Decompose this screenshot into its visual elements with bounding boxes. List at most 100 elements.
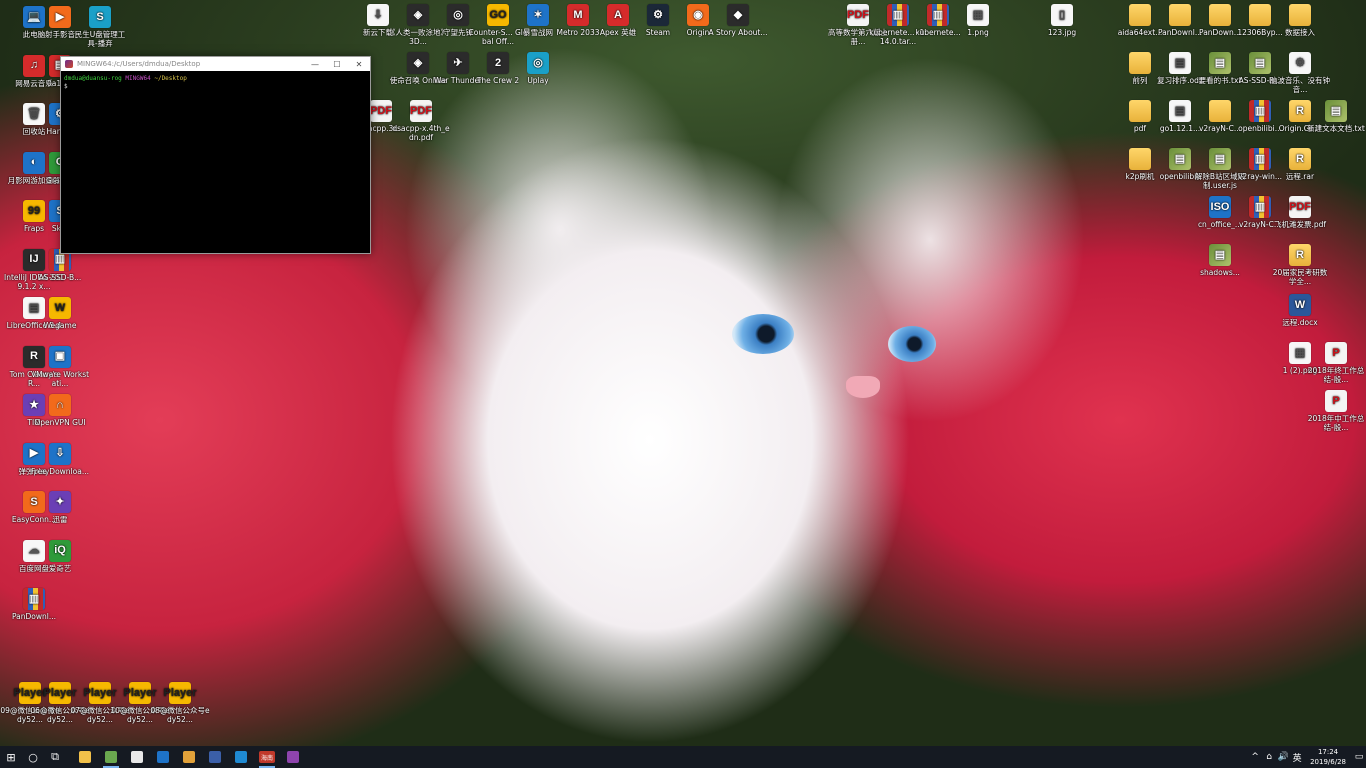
network-icon[interactable]: ⌂ [1262, 752, 1276, 762]
desktop-icon-label: Uplay [527, 76, 549, 85]
terminal-path: ~/Desktop [154, 75, 187, 82]
desktop-icon-image-icon: M [567, 4, 589, 26]
desktop-icon[interactable]: R 20届家民考研数学全... [1270, 244, 1330, 286]
clock-time: 17:24 [1317, 748, 1339, 756]
desktop-icon-image-icon [1129, 4, 1151, 26]
desktop-icon-label: 爱奇艺 [48, 563, 72, 573]
desktop-icon-label: 1.png [967, 28, 989, 37]
taskbar-app-app-2[interactable] [98, 746, 124, 768]
desktop-icon[interactable]: ◎ Uplay [508, 52, 568, 85]
taskbar-app-icon [287, 751, 299, 763]
taskbar-app-icon [105, 751, 117, 763]
desktop-icon-image-icon: iQ [49, 539, 71, 562]
system-tray: ^ ⌂ 🔊 英 17:24 2019/6/28 ▭ [1248, 746, 1366, 768]
desktop-icon[interactable]: P 2018年中工作总结-殷... [1306, 390, 1366, 432]
desktop-icon-image-icon: Player [83, 682, 117, 704]
minimize-button[interactable]: — [304, 60, 326, 69]
desktop-icon-image-icon: ▥ [927, 4, 949, 26]
desktop-icon[interactable]: ◆ A Story About... [708, 4, 768, 37]
taskbar-app-icon [235, 751, 247, 763]
desktop-icon-label: 数据接入 [1285, 28, 1315, 37]
close-button[interactable]: ✕ [348, 60, 370, 69]
desktop-icon-image-icon: ▤ [1209, 244, 1231, 266]
taskbar-app-edge[interactable] [150, 746, 176, 768]
desktop-icon[interactable]: iQ 爱奇艺 [30, 539, 90, 573]
show-hidden-icons-chevron-icon[interactable]: ^ [1248, 752, 1262, 762]
taskbar-app-app-8[interactable]: 海南 [254, 746, 280, 768]
desktop-icon[interactable]: P 2018年终工作总结-殷... [1306, 342, 1366, 384]
desktop-icon[interactable]: ✦ 迅雷 [30, 491, 90, 524]
volume-icon[interactable]: 🔊 [1276, 752, 1290, 762]
taskbar-app-app-3[interactable] [124, 746, 150, 768]
taskbar-pinned-apps: 海南 [72, 746, 306, 768]
taskbar-app-icon [209, 751, 221, 763]
ime-indicator[interactable]: 英 [1290, 751, 1304, 764]
desktop-icon[interactable]: R 远程.rar [1270, 148, 1330, 181]
windows-start-icon[interactable]: ⊞ [0, 746, 22, 768]
maximize-button[interactable]: ☐ [326, 60, 348, 69]
taskbar-app-app-9[interactable] [280, 746, 306, 768]
taskbar-app-icon: 海南 [259, 751, 275, 763]
desktop-icon-image-icon: ISO [1209, 196, 1231, 218]
desktop-icon-label: A Story About... [708, 28, 768, 37]
terminal-user-host: dmdua@duansu-rog [64, 75, 122, 82]
taskbar-app-app-6[interactable] [202, 746, 228, 768]
terminal-prompt[interactable]: $ [64, 83, 367, 91]
desktop-icon-image-icon: ▦ [967, 4, 989, 26]
desktop-icon-image-icon [1169, 4, 1191, 26]
desktop-icon-label: 08@微信公众号edy52... [150, 706, 210, 724]
terminal-shell-name: MINGW64 [125, 75, 151, 82]
desktop-icon[interactable]: PDF 飞机滩发票.pdf [1270, 196, 1330, 229]
taskbar-app-icon [157, 751, 169, 763]
search-icon[interactable]: ○ [22, 746, 44, 768]
desktop-icon-image-icon: PDF [847, 4, 869, 26]
terminal-output[interactable]: dmdua@duansu-rog MINGW64 ~/Desktop $ [61, 71, 370, 95]
desktop-icon[interactable]: W 远程.docx [1270, 294, 1330, 327]
terminal-prompt-line: dmdua@duansu-rog MINGW64 ~/Desktop [64, 75, 367, 83]
desktop-icon[interactable]: S 民生U盘管理工具-播弃 [70, 6, 130, 48]
desktop-icon-image-icon: W [49, 297, 71, 319]
taskbar: ⊞ ○ ⧉ 海南 ^ ⌂ 🔊 英 17:24 2019/6/28 ▭ [0, 746, 1366, 768]
desktop-icon-image-icon: ▤ [1169, 52, 1191, 74]
desktop-icon[interactable]: W Wegame [30, 297, 90, 330]
desktop-icon[interactable]: ⇩ Free Downloa... [30, 442, 90, 476]
desktop-icon-image-icon: P [1325, 390, 1347, 412]
desktop-icon[interactable]: ▯ 123.jpg [1032, 4, 1092, 37]
desktop-icon-image-icon: Player [163, 682, 197, 704]
desktop-icon-image-icon: W [1289, 294, 1311, 316]
desktop-icon[interactable]: Player 08@微信公众号edy52... [150, 682, 210, 724]
wallpaper-cat-eye-left [732, 314, 794, 354]
desktop-icon-label: 远程.docx [1282, 318, 1318, 327]
desktop-icon-image-icon: ⇩ [49, 442, 71, 465]
desktop-icon[interactable]: ∩ OpenVPN GUI [30, 394, 90, 427]
desktop-icon-label: 2018年中工作总结-殷... [1307, 414, 1365, 432]
desktop-icon-image-icon: ✈ [447, 52, 469, 74]
desktop-icon-label: AS-SSD-B... [38, 272, 82, 282]
desktop-icon[interactable]: ▦ 1.png [948, 4, 1008, 37]
desktop-icon[interactable]: ▤ shadows... [1190, 244, 1250, 277]
desktop-icon-label: 新建文本文档.txt [1307, 124, 1365, 133]
clock[interactable]: 17:24 2019/6/28 [1310, 747, 1346, 767]
desktop-icon[interactable]: ▤ 新建文本文档.txt [1306, 100, 1366, 133]
desktop-icon-label: 飞机滩发票.pdf [1273, 220, 1327, 229]
desktop-icon-image-icon: ▤ [1249, 52, 1271, 74]
task-view-icon[interactable]: ⧉ [44, 746, 66, 768]
desktop-icon-image-icon: ▤ [1209, 148, 1231, 170]
terminal-window[interactable]: MINGW64:/c/Users/dmdua/Desktop — ☐ ✕ dmd… [60, 56, 371, 254]
desktop-icon[interactable]: ▥ PanDownl... [4, 588, 64, 621]
desktop-icon[interactable]: ⚙ 脑波音乐、没有钟音... [1270, 52, 1330, 94]
desktop-icon[interactable]: PDF dsacpp-x.4th_edn.pdf [391, 100, 451, 142]
taskbar-app-vscode[interactable] [228, 746, 254, 768]
terminal-titlebar[interactable]: MINGW64:/c/Users/dmdua/Desktop — ☐ ✕ [61, 57, 370, 71]
taskbar-app-chrome[interactable] [176, 746, 202, 768]
desktop-icon-image-icon: ⇩ [367, 4, 389, 26]
desktop-icon-label: 迅雷 [52, 515, 68, 524]
desktop-icon[interactable]: 数据接入 [1270, 4, 1330, 37]
notification-center-icon[interactable]: ▭ [1352, 752, 1366, 762]
desktop-icon[interactable]: ▣ VMware Workstati... [30, 345, 90, 388]
desktop-icon-image-icon: ▥ [887, 4, 909, 26]
desktop-icon-image-icon: ▯ [1051, 4, 1073, 26]
taskbar-app-file-explorer[interactable] [72, 746, 98, 768]
clock-date: 2019/6/28 [1310, 758, 1346, 766]
desktop-icon-image-icon: ▤ [1209, 52, 1231, 74]
